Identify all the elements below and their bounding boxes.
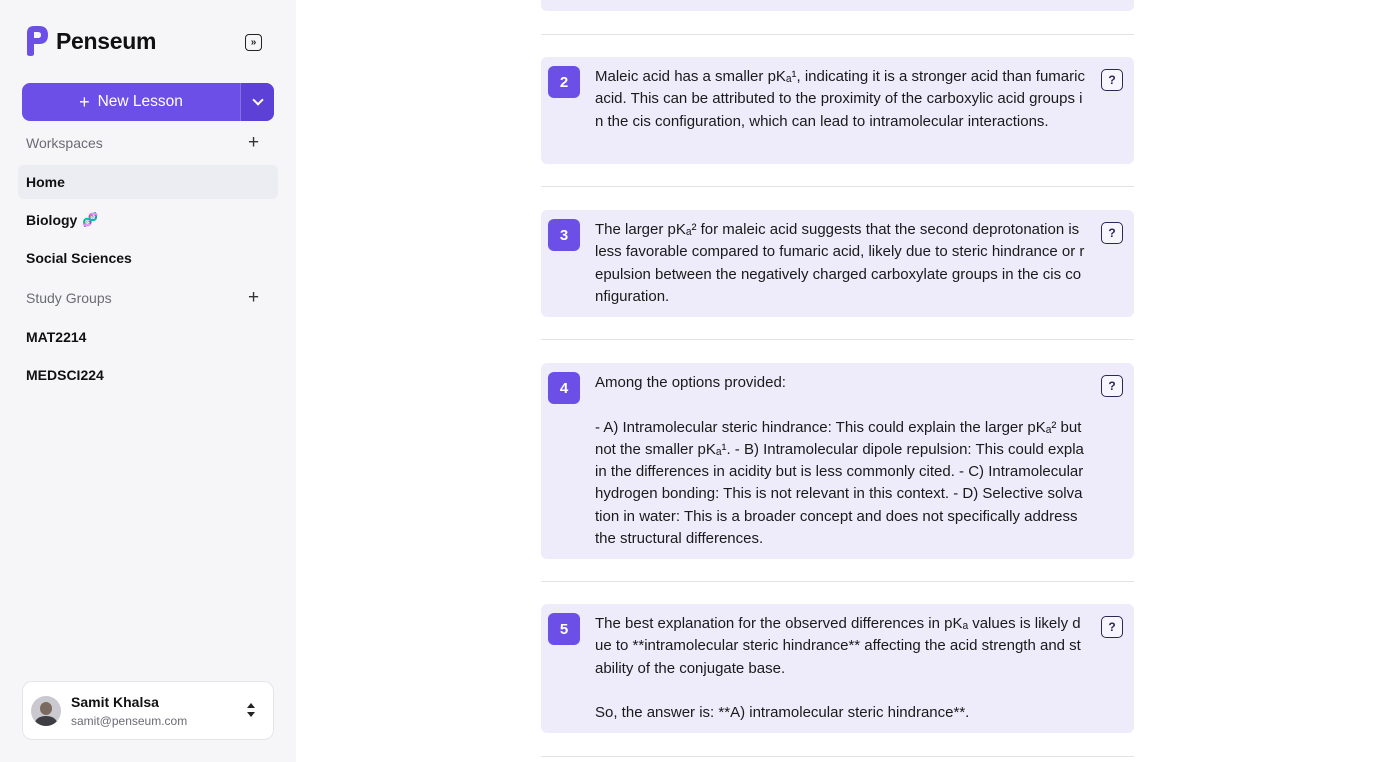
step-text: The best explanation for the observed di… xyxy=(595,615,1081,722)
divider xyxy=(541,34,1134,35)
brand-name: Penseum xyxy=(56,27,157,54)
penseum-logo-icon xyxy=(27,26,48,56)
main-content: 2 Maleic acid has a smaller pKₐ¹, indica… xyxy=(296,0,1400,762)
collapse-sidebar-icon[interactable]: » xyxy=(245,34,262,51)
step-number-badge: 2 xyxy=(548,66,580,98)
add-workspace-icon[interactable]: + xyxy=(248,133,259,152)
user-name: Samit Khalsa xyxy=(71,694,159,710)
workspaces-label: Workspaces xyxy=(26,135,103,151)
step-card-previous xyxy=(541,0,1134,11)
sidebar-item-social-sciences[interactable]: Social Sciences xyxy=(18,241,278,275)
help-icon[interactable]: ? xyxy=(1101,375,1123,397)
user-account-switcher[interactable]: Samit Khalsa samit@penseum.com xyxy=(22,681,274,740)
brand[interactable]: Penseum xyxy=(24,24,156,58)
sidebar-item-medsci224[interactable]: MEDSCI224 xyxy=(18,358,278,392)
user-email: samit@penseum.com xyxy=(71,714,188,728)
step-text: Among the options provided: - A) Intramo… xyxy=(595,374,1084,548)
new-lesson-main[interactable]: + New Lesson xyxy=(22,83,240,121)
sidebar-item-label: Biology xyxy=(26,212,78,228)
help-icon[interactable]: ? xyxy=(1101,222,1123,244)
divider xyxy=(541,756,1134,757)
new-lesson-dropdown[interactable] xyxy=(240,83,274,121)
chevron-up-down-icon xyxy=(245,703,257,719)
sidebar-item-mat2214[interactable]: MAT2214 xyxy=(18,320,278,354)
new-lesson-button[interactable]: + New Lesson xyxy=(22,83,274,121)
step-text: The larger pKₐ² for maleic acid suggests… xyxy=(595,221,1085,305)
sidebar-item-label: MAT2214 xyxy=(26,329,87,345)
step-card: 2 Maleic acid has a smaller pKₐ¹, indica… xyxy=(541,57,1134,164)
divider xyxy=(541,581,1134,582)
study-groups-label: Study Groups xyxy=(26,290,112,306)
step-card: 4 Among the options provided: - A) Intra… xyxy=(541,363,1134,559)
step-text: Maleic acid has a smaller pKₐ¹, indicati… xyxy=(595,68,1090,130)
step-number-badge: 4 xyxy=(548,372,580,404)
help-icon[interactable]: ? xyxy=(1101,616,1123,638)
plus-icon: + xyxy=(79,92,90,112)
sidebar-item-label: MEDSCI224 xyxy=(26,367,104,383)
divider xyxy=(541,339,1134,340)
sidebar-item-label: Home xyxy=(26,174,65,190)
avatar xyxy=(31,696,61,726)
divider xyxy=(541,186,1134,187)
step-number-badge: 5 xyxy=(548,613,580,645)
new-lesson-label: New Lesson xyxy=(97,93,183,110)
sidebar-item-label: Social Sciences xyxy=(26,250,132,266)
help-icon[interactable]: ? xyxy=(1101,69,1123,91)
step-card: 5 The best explanation for the observed … xyxy=(541,604,1134,733)
step-card: 3 The larger pKₐ² for maleic acid sugges… xyxy=(541,210,1134,317)
app-root: Penseum » + New Lesson Workspaces + Home… xyxy=(0,0,1400,762)
dna-icon: 🧬 xyxy=(82,212,99,227)
sidebar-item-biology[interactable]: Biology 🧬 xyxy=(18,203,278,237)
sidebar: Penseum » + New Lesson Workspaces + Home… xyxy=(0,0,296,762)
chevron-down-icon xyxy=(251,94,264,106)
step-number-badge: 3 xyxy=(548,219,580,251)
sidebar-item-home[interactable]: Home xyxy=(18,165,278,199)
add-study-group-icon[interactable]: + xyxy=(248,288,259,307)
